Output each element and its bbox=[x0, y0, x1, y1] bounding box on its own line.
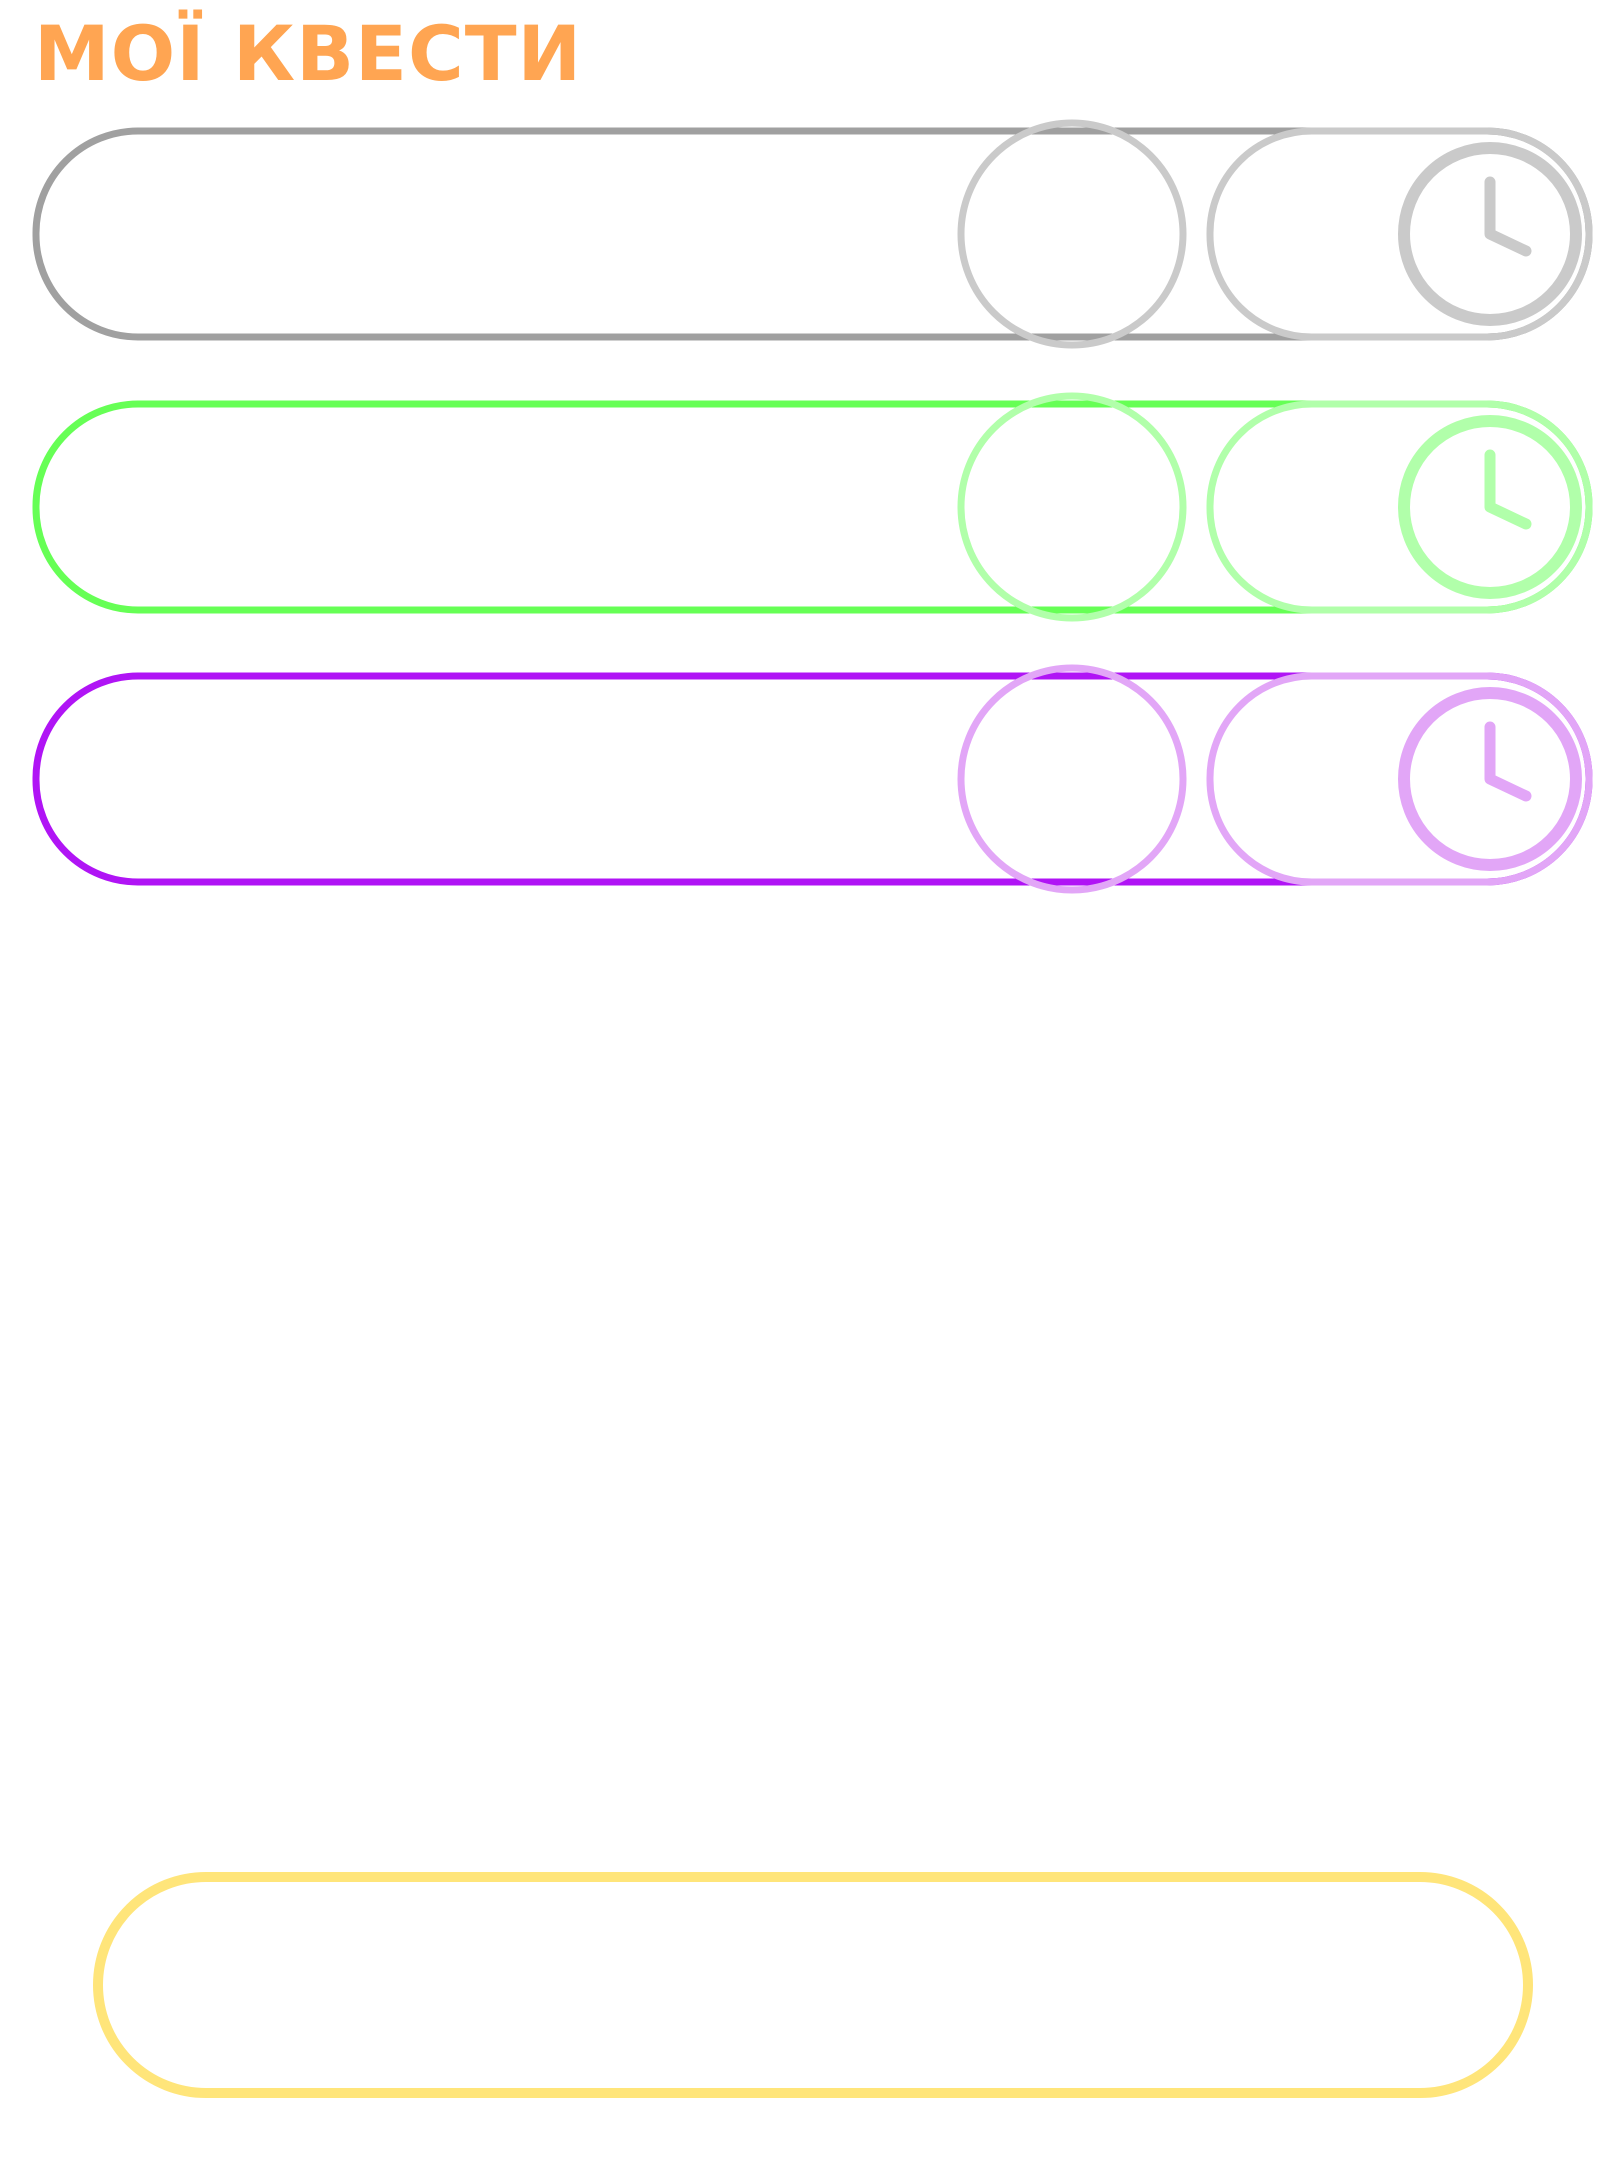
bottom-action-button[interactable] bbox=[93, 1872, 1533, 2098]
quest-card[interactable] bbox=[32, 664, 1593, 894]
quest-status-circle[interactable] bbox=[957, 119, 1187, 349]
clock-hands bbox=[1484, 449, 1532, 530]
quest-card[interactable] bbox=[32, 119, 1593, 349]
quest-card-outline bbox=[32, 400, 1593, 614]
quest-card[interactable] bbox=[32, 392, 1593, 622]
clock-hands bbox=[1484, 176, 1532, 257]
clock-icon bbox=[1398, 415, 1582, 599]
quest-list bbox=[0, 0, 1620, 900]
quest-card-shape bbox=[32, 392, 1593, 622]
quest-card-outline bbox=[32, 127, 1593, 341]
quest-card-shape bbox=[32, 119, 1593, 349]
quest-status-circle[interactable] bbox=[957, 392, 1187, 622]
quest-status-circle[interactable] bbox=[957, 664, 1187, 894]
clock-icon bbox=[1398, 142, 1582, 326]
clock-icon bbox=[1398, 687, 1582, 871]
quest-card-outline bbox=[32, 672, 1593, 886]
clock-hands bbox=[1484, 721, 1532, 802]
quest-card-shape bbox=[32, 664, 1593, 894]
